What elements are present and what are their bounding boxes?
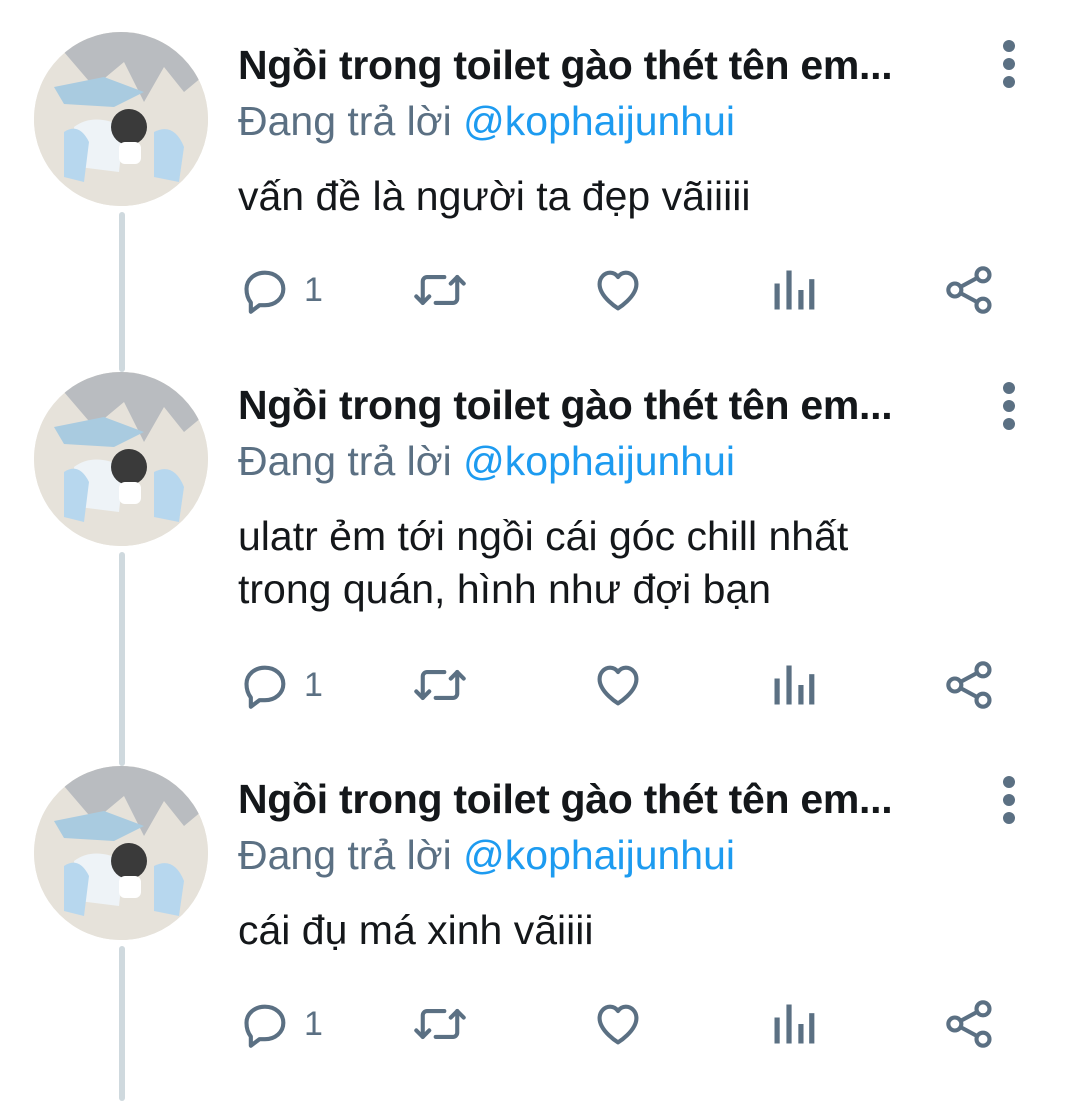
replying-to: Đang trả lời @kophaijunhui xyxy=(238,98,735,145)
reply-handle-link[interactable]: @kophaijunhui xyxy=(463,832,735,878)
heart-icon xyxy=(597,1004,639,1045)
reply-count: 1 xyxy=(304,270,323,309)
retweet-icon xyxy=(414,670,466,700)
reply-button[interactable]: 1 xyxy=(240,260,323,320)
share-icon xyxy=(946,661,992,709)
tweet-text: vấn đề là người ta đẹp vãiiiii xyxy=(238,170,1018,223)
retweet-button[interactable] xyxy=(412,655,468,715)
like-button[interactable] xyxy=(592,994,644,1054)
analytics-bars-icon xyxy=(774,665,815,705)
display-name[interactable]: Ngồi trong toilet gào thét tên em... xyxy=(238,382,893,429)
display-name[interactable]: Ngồi trong toilet gào thét tên em... xyxy=(238,42,893,89)
analytics-button[interactable] xyxy=(770,994,818,1054)
heart-icon xyxy=(597,270,639,311)
retweet-button[interactable] xyxy=(412,260,468,320)
share-button[interactable] xyxy=(944,260,996,320)
share-icon xyxy=(946,1000,992,1048)
reply-count: 1 xyxy=(304,665,323,704)
action-bar: 1 xyxy=(0,994,1079,1054)
action-bar: 1 xyxy=(0,260,1079,320)
reply-prefix: Đang trả lời xyxy=(238,438,452,484)
tweet-text-line: ulatr ẻm tới ngồi cái góc chill nhất xyxy=(238,513,849,559)
share-button[interactable] xyxy=(944,994,996,1054)
action-bar: 1 xyxy=(0,655,1079,715)
retweet-icon xyxy=(414,275,466,305)
reply-count: 1 xyxy=(304,1004,323,1043)
tweet-3[interactable]: Ngồi trong toilet gào thét tên em... Đan… xyxy=(0,760,1079,1101)
reply-handle-link[interactable]: @kophaijunhui xyxy=(463,438,735,484)
tweet-1[interactable]: Ngồi trong toilet gào thét tên em... Đan… xyxy=(0,0,1079,360)
analytics-button[interactable] xyxy=(770,260,818,320)
like-button[interactable] xyxy=(592,260,644,320)
display-name[interactable]: Ngồi trong toilet gào thét tên em... xyxy=(238,776,893,823)
tweet-2[interactable]: Ngồi trong toilet gào thét tên em... Đan… xyxy=(0,360,1079,760)
share-button[interactable] xyxy=(944,655,996,715)
replying-to: Đang trả lời @kophaijunhui xyxy=(238,438,735,485)
heart-icon xyxy=(597,665,639,706)
avatar[interactable] xyxy=(34,32,208,206)
avatar[interactable] xyxy=(34,372,208,546)
reply-bubble-icon xyxy=(244,1004,286,1048)
retweet-icon xyxy=(414,1009,466,1039)
reply-button[interactable]: 1 xyxy=(240,655,323,715)
like-button[interactable] xyxy=(592,655,644,715)
reply-bubble-icon xyxy=(244,270,286,314)
retweet-button[interactable] xyxy=(412,994,468,1054)
tweet-text: cái đụ má xinh vãiiii xyxy=(238,904,1018,957)
avatar[interactable] xyxy=(34,766,208,940)
more-vertical-icon[interactable] xyxy=(997,776,1021,824)
more-vertical-icon[interactable] xyxy=(997,40,1021,88)
tweet-text-line: cái đụ má xinh vãiiii xyxy=(238,907,594,953)
analytics-bars-icon xyxy=(774,270,815,310)
share-icon xyxy=(946,266,992,314)
reply-button[interactable]: 1 xyxy=(240,994,323,1054)
reply-handle-link[interactable]: @kophaijunhui xyxy=(463,98,735,144)
tweet-text: ulatr ẻm tới ngồi cái góc chill nhất tro… xyxy=(238,510,1018,616)
more-vertical-icon[interactable] xyxy=(997,382,1021,430)
analytics-bars-icon xyxy=(774,1004,815,1044)
tweet-text-line: trong quán, hình như đợi bạn xyxy=(238,566,772,612)
tweet-text-line: vấn đề là người ta đẹp vãiiiii xyxy=(238,173,751,219)
analytics-button[interactable] xyxy=(770,655,818,715)
reply-bubble-icon xyxy=(244,665,286,709)
reply-prefix: Đang trả lời xyxy=(238,98,452,144)
reply-prefix: Đang trả lời xyxy=(238,832,452,878)
replying-to: Đang trả lời @kophaijunhui xyxy=(238,832,735,879)
